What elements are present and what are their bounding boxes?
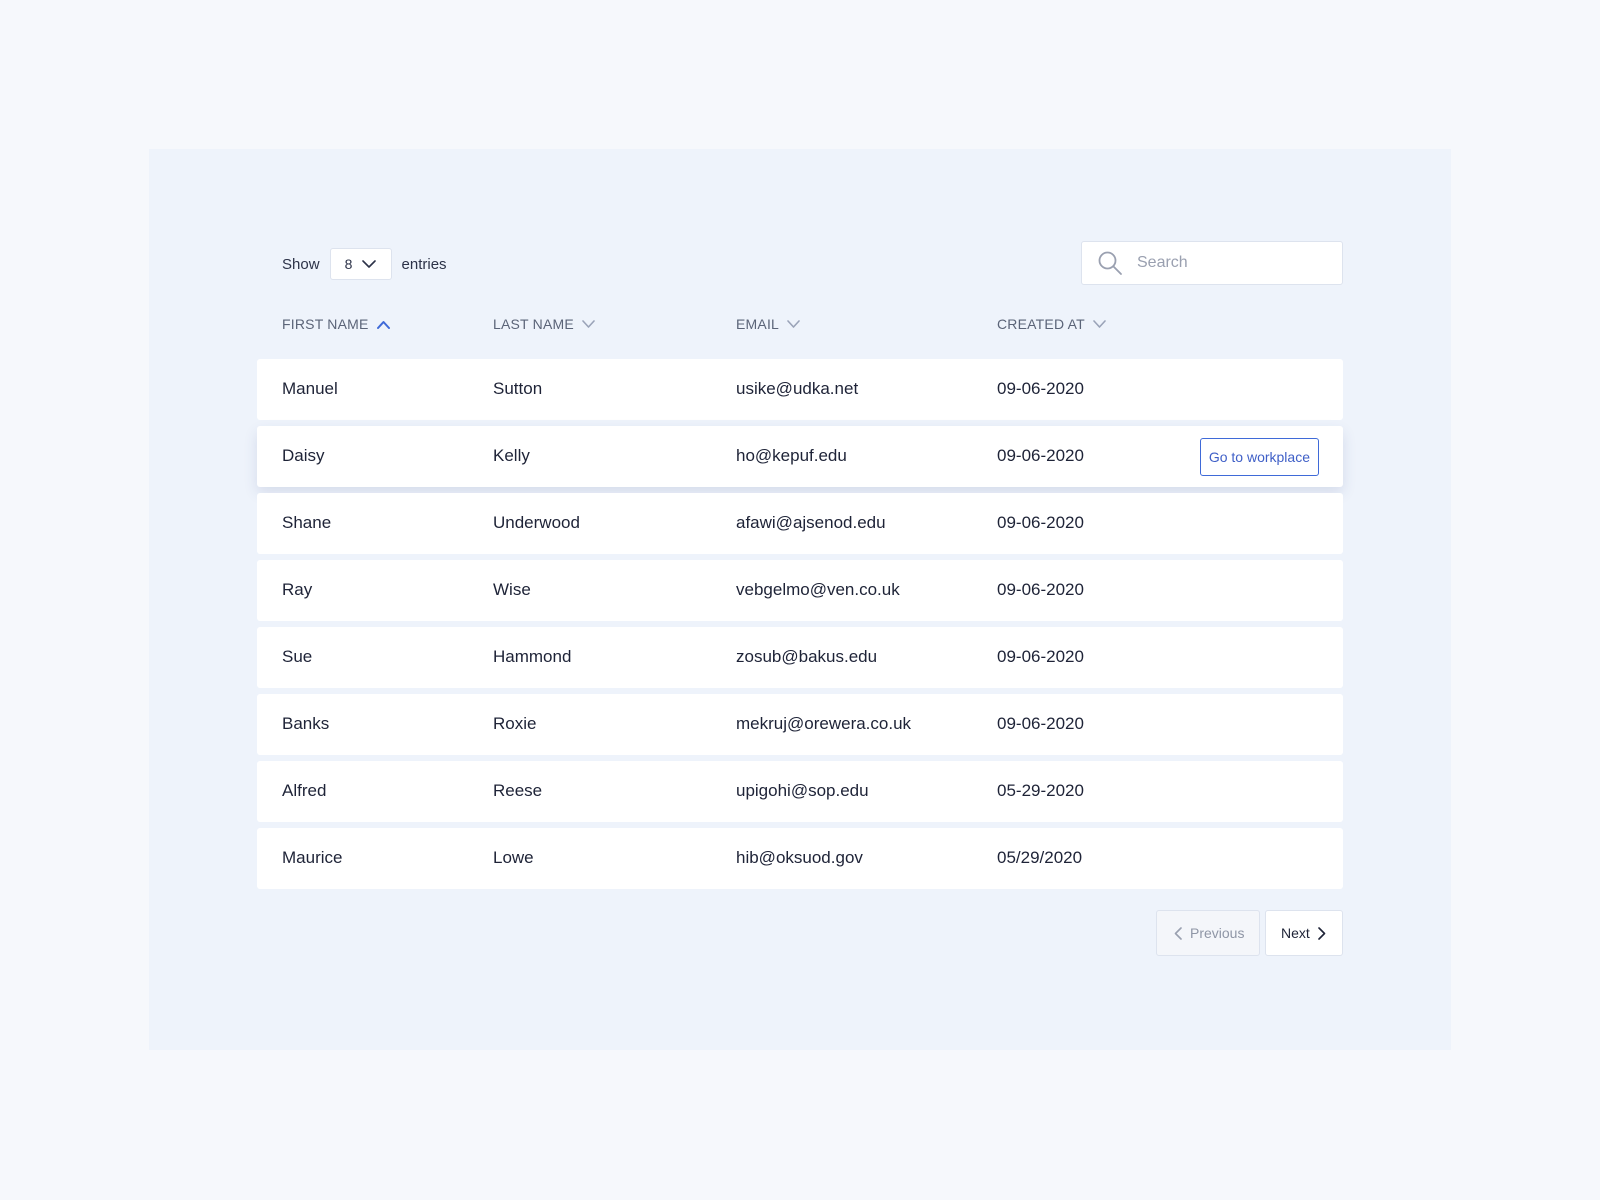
search-box[interactable] [1081,241,1343,285]
cell-last-name: Sutton [493,379,542,399]
cell-email: zosub@bakus.edu [736,647,877,667]
cell-last-name: Lowe [493,848,534,868]
table-row[interactable]: Manuel Sutton usike@udka.net 09-06-2020 [257,359,1343,420]
cell-first-name: Maurice [282,848,342,868]
entries-label: entries [402,256,447,273]
cell-email: hib@oksuod.gov [736,848,863,868]
cell-email: upigohi@sop.edu [736,781,869,801]
table-header: FIRST NAME LAST NAME EMAIL CREATED AT [257,305,1343,353]
cell-email: ho@kepuf.edu [736,446,847,466]
column-label: EMAIL [736,316,779,332]
table-row[interactable]: Alfred Reese upigohi@sop.edu 05-29-2020 [257,761,1343,822]
cell-first-name: Sue [282,647,312,667]
cell-created-at: 05/29/2020 [997,848,1082,868]
table-row[interactable]: Ray Wise vebgelmo@ven.co.uk 09-06-2020 [257,560,1343,621]
table-body: Manuel Sutton usike@udka.net 09-06-2020 … [257,359,1343,889]
chevron-up-icon [377,320,390,329]
chevron-down-icon [582,320,595,329]
cell-created-at: 05-29-2020 [997,781,1084,801]
go-to-workplace-button[interactable]: Go to workplace [1200,438,1319,476]
cell-first-name: Manuel [282,379,338,399]
cell-first-name: Alfred [282,781,326,801]
column-header-created-at[interactable]: CREATED AT [997,316,1106,332]
cell-first-name: Banks [282,714,329,734]
table-row-hovered[interactable]: Daisy Kelly ho@kepuf.edu 09-06-2020 Go t… [257,426,1343,487]
search-icon [1096,249,1124,277]
previous-label: Previous [1190,925,1244,941]
column-header-last-name[interactable]: LAST NAME [493,316,595,332]
search-input[interactable] [1135,253,1325,273]
chevron-down-icon [787,320,800,329]
table-toolbar: Show 8 entries [257,241,1343,285]
cell-created-at: 09-06-2020 [997,379,1084,399]
table-row[interactable]: Banks Roxie mekruj@orewera.co.uk 09-06-2… [257,694,1343,755]
entries-control: Show 8 entries [282,248,447,280]
cell-last-name: Reese [493,781,542,801]
column-header-first-name[interactable]: FIRST NAME [282,316,390,332]
entries-select[interactable]: 8 [330,248,392,280]
cell-email: usike@udka.net [736,379,858,399]
chevron-down-icon [1093,320,1106,329]
table-row[interactable]: Sue Hammond zosub@bakus.edu 09-06-2020 [257,627,1343,688]
table-row[interactable]: Shane Underwood afawi@ajsenod.edu 09-06-… [257,493,1343,554]
pagination: Previous Next [257,910,1343,956]
column-label: LAST NAME [493,316,574,332]
entries-value: 8 [345,256,353,272]
cell-last-name: Underwood [493,513,580,533]
cell-created-at: 09-06-2020 [997,714,1084,734]
cell-last-name: Hammond [493,647,571,667]
cell-last-name: Roxie [493,714,536,734]
cell-last-name: Kelly [493,446,530,466]
chevron-down-icon [362,260,376,269]
cell-first-name: Shane [282,513,331,533]
cell-email: afawi@ajsenod.edu [736,513,886,533]
chevron-right-icon [1318,927,1326,940]
cell-email: mekruj@orewera.co.uk [736,714,911,734]
next-label: Next [1281,925,1310,941]
cell-first-name: Daisy [282,446,325,466]
show-label: Show [282,256,320,273]
cell-created-at: 09-06-2020 [997,580,1084,600]
cell-email: vebgelmo@ven.co.uk [736,580,900,600]
column-label: FIRST NAME [282,316,369,332]
cell-last-name: Wise [493,580,531,600]
next-button[interactable]: Next [1265,910,1343,956]
column-header-email[interactable]: EMAIL [736,316,800,332]
table-panel: Show 8 entries [149,149,1451,1050]
cell-created-at: 09-06-2020 [997,647,1084,667]
cell-created-at: 09-06-2020 [997,446,1084,466]
table-row[interactable]: Maurice Lowe hib@oksuod.gov 05/29/2020 [257,828,1343,889]
table-container: Show 8 entries [257,241,1343,956]
cell-created-at: 09-06-2020 [997,513,1084,533]
chevron-left-icon [1174,927,1182,940]
column-label: CREATED AT [997,316,1085,332]
cell-first-name: Ray [282,580,312,600]
previous-button[interactable]: Previous [1156,910,1260,956]
